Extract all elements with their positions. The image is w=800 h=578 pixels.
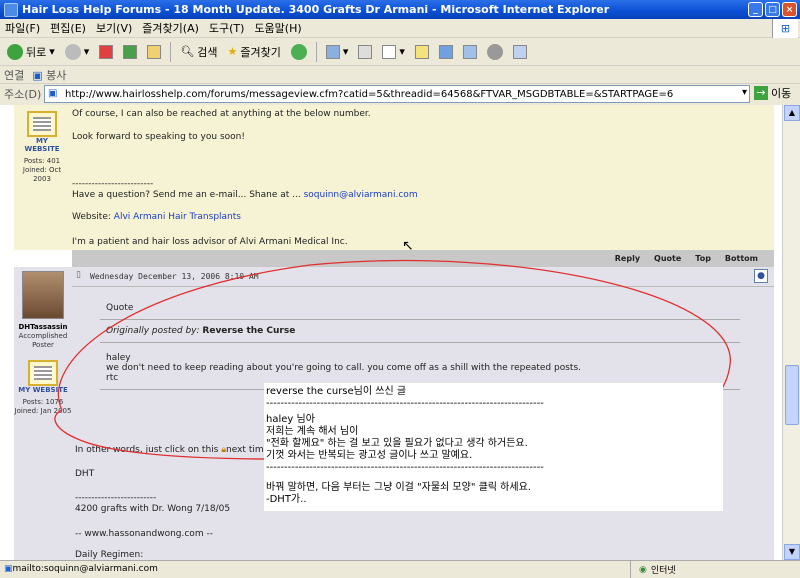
overlay-line: haley 님아 — [266, 414, 315, 425]
menu-favorites[interactable]: 즐겨찾기(A) — [137, 20, 204, 36]
minimize-button[interactable]: _ — [748, 2, 763, 17]
search-button[interactable]: 🔍︎ 검색 — [177, 42, 220, 62]
menu-edit[interactable]: 편집(E) — [45, 20, 91, 36]
home-icon — [147, 44, 162, 59]
go-arrow-icon: → — [754, 86, 768, 100]
go-button[interactable]: → 이동 — [754, 85, 791, 101]
history-button[interactable] — [288, 42, 310, 62]
overlay-line: 바꿔 말하면, 다음 부터는 그냥 이걸 "자물쇠 모양" 클릭 하세요. — [266, 482, 531, 493]
links-item[interactable]: ▣ 봉사 — [32, 67, 66, 83]
mouse-cursor-icon: ↖ — [402, 238, 414, 254]
scroll-down-button[interactable]: ▼ — [784, 544, 800, 560]
overlay-line: 저희는 계속 해서 님이 — [266, 426, 359, 437]
forward-button[interactable]: ▾ — [62, 42, 93, 62]
menu-help[interactable]: 도움말(H) — [249, 20, 306, 36]
history-icon — [290, 43, 307, 60]
menu-view[interactable]: 보기(V) — [91, 20, 137, 36]
page-icon: ▣ — [4, 564, 13, 574]
close-button[interactable]: × — [782, 2, 797, 17]
research-button[interactable] — [460, 43, 480, 61]
search-icon: 🔍︎ — [180, 45, 195, 58]
scroll-up-button[interactable]: ▲ — [784, 105, 800, 121]
edit-icon — [382, 44, 397, 59]
discuss-icon — [414, 44, 429, 59]
menu-tools[interactable]: 도구(T) — [204, 20, 250, 36]
print-icon — [358, 44, 373, 59]
page-icon: ▣ — [48, 88, 58, 99]
stop-icon — [99, 44, 114, 59]
favorites-button[interactable]: ★ 즐겨찾기 — [225, 42, 284, 62]
discuss-button[interactable] — [412, 43, 432, 61]
toolbar-divider — [170, 41, 172, 62]
vertical-scrollbar[interactable]: ▲ ▼ — [782, 105, 800, 560]
toolbar: 뒤로 ▾ ▾ 🔍︎ 검색 ★ 즐겨찾기 ▾ ▾ — [0, 38, 800, 66]
back-button[interactable]: 뒤로 ▾ — [4, 42, 58, 62]
toolbar-divider — [315, 41, 317, 62]
menu-file[interactable]: 파일(F) — [0, 20, 45, 36]
refresh-button[interactable] — [120, 43, 140, 61]
settings-button[interactable] — [484, 42, 506, 62]
tools-icon — [512, 44, 527, 59]
scroll-thumb[interactable] — [785, 365, 799, 425]
print-button[interactable] — [355, 43, 375, 61]
mail-button[interactable]: ▾ — [323, 43, 352, 61]
back-arrow-icon — [7, 43, 23, 60]
menu-bar: 파일(F) 편집(E) 보기(V) 즐겨찾기(A) 도구(T) 도움말(H) ⊞ — [0, 19, 800, 38]
address-input[interactable]: ▣ http://www.hairlosshelp.com/forums/mes… — [44, 85, 750, 103]
tools-button[interactable] — [510, 43, 530, 61]
overlay-separator: ----------------------------------------… — [266, 462, 544, 473]
overlay-line: reverse the curse님이 쓰신 글 — [266, 386, 407, 397]
mail-icon — [325, 44, 340, 59]
windows-logo-icon: ⊞ — [772, 19, 798, 38]
overlay-line: "전화 할께요" 하는 걸 보고 있을 필요가 없다고 생각 하거든요. — [266, 438, 528, 449]
page-content: MY WEBSITE Posts: 401 Joined: Oct 2003 O… — [0, 105, 782, 560]
refresh-icon — [123, 44, 138, 59]
research-icon — [462, 44, 477, 59]
star-icon: ★ — [227, 45, 238, 58]
status-bar: ▣ mailto:soquinn@alviarmani.com ◉ 인터넷 — [0, 560, 800, 578]
status-text: mailto:soquinn@alviarmani.com — [12, 564, 158, 574]
maximize-button[interactable]: □ — [765, 2, 780, 17]
links-bar: 연결 ▣ 봉사 — [0, 66, 800, 84]
address-dropdown-icon[interactable]: ▾ — [742, 87, 747, 98]
messenger-button[interactable] — [436, 43, 456, 61]
overlay-line: -DHT가.. — [266, 494, 307, 505]
page-icon: ▣ — [32, 68, 43, 82]
edit-button[interactable]: ▾ — [379, 43, 408, 61]
home-button[interactable] — [144, 43, 164, 61]
zone-indicator: ◉ 인터넷 — [630, 561, 676, 578]
gear-icon — [486, 43, 503, 60]
globe-icon: ◉ — [639, 564, 647, 575]
stop-button[interactable] — [96, 43, 116, 61]
links-label: 연결 — [4, 68, 25, 82]
title-bar: Hair Loss Help Forums - 18 Month Update.… — [0, 0, 800, 19]
address-bar: 주소(D) ▣ http://www.hairlosshelp.com/foru… — [0, 84, 800, 104]
overlay-separator: ----------------------------------------… — [266, 398, 544, 409]
translation-overlay: reverse the curse님이 쓰신 글 ---------------… — [264, 383, 723, 511]
messenger-icon — [438, 44, 453, 59]
overlay-line: 기껏 와서는 반복되는 광고성 글이나 쓰고 말예요. — [266, 450, 473, 461]
address-label: 주소(D) — [4, 88, 42, 101]
forward-arrow-icon — [64, 43, 81, 60]
window-title: Hair Loss Help Forums - 18 Month Update.… — [22, 3, 610, 16]
ie-icon — [4, 2, 18, 17]
